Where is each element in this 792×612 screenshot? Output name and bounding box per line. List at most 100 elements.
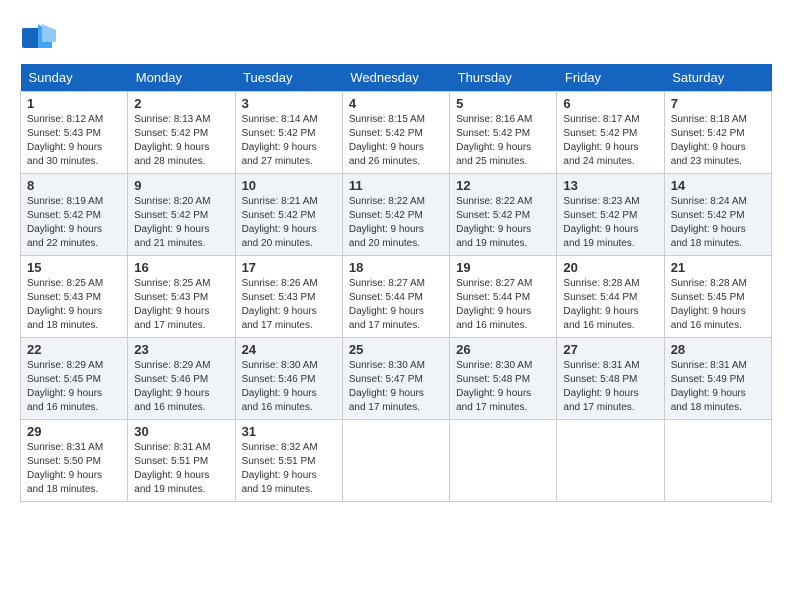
calendar-cell: 22 Sunrise: 8:29 AMSunset: 5:45 PMDaylig…	[21, 338, 128, 420]
calendar-cell: 1 Sunrise: 8:12 AMSunset: 5:43 PMDayligh…	[21, 92, 128, 174]
day-number: 24	[242, 342, 336, 357]
calendar-week-row: 22 Sunrise: 8:29 AMSunset: 5:45 PMDaylig…	[21, 338, 772, 420]
day-number: 28	[671, 342, 765, 357]
calendar-cell: 3 Sunrise: 8:14 AMSunset: 5:42 PMDayligh…	[235, 92, 342, 174]
day-number: 21	[671, 260, 765, 275]
day-info: Sunrise: 8:14 AMSunset: 5:42 PMDaylight:…	[242, 114, 318, 167]
calendar-header-wednesday: Wednesday	[342, 64, 449, 92]
day-info: Sunrise: 8:28 AMSunset: 5:44 PMDaylight:…	[563, 278, 639, 331]
day-info: Sunrise: 8:32 AMSunset: 5:51 PMDaylight:…	[242, 442, 318, 495]
calendar-cell: 2 Sunrise: 8:13 AMSunset: 5:42 PMDayligh…	[128, 92, 235, 174]
day-number: 19	[456, 260, 550, 275]
calendar-cell: 10 Sunrise: 8:21 AMSunset: 5:42 PMDaylig…	[235, 174, 342, 256]
day-number: 12	[456, 178, 550, 193]
calendar-cell: 9 Sunrise: 8:20 AMSunset: 5:42 PMDayligh…	[128, 174, 235, 256]
calendar-cell: 27 Sunrise: 8:31 AMSunset: 5:48 PMDaylig…	[557, 338, 664, 420]
calendar-cell: 21 Sunrise: 8:28 AMSunset: 5:45 PMDaylig…	[664, 256, 771, 338]
day-info: Sunrise: 8:21 AMSunset: 5:42 PMDaylight:…	[242, 196, 318, 249]
calendar-header-row: SundayMondayTuesdayWednesdayThursdayFrid…	[21, 64, 772, 92]
calendar-cell: 24 Sunrise: 8:30 AMSunset: 5:46 PMDaylig…	[235, 338, 342, 420]
calendar-cell: 12 Sunrise: 8:22 AMSunset: 5:42 PMDaylig…	[450, 174, 557, 256]
day-number: 20	[563, 260, 657, 275]
calendar-cell: 16 Sunrise: 8:25 AMSunset: 5:43 PMDaylig…	[128, 256, 235, 338]
day-number: 29	[27, 424, 121, 439]
day-info: Sunrise: 8:18 AMSunset: 5:42 PMDaylight:…	[671, 114, 747, 167]
calendar-header-monday: Monday	[128, 64, 235, 92]
calendar-cell: 20 Sunrise: 8:28 AMSunset: 5:44 PMDaylig…	[557, 256, 664, 338]
calendar-cell: 4 Sunrise: 8:15 AMSunset: 5:42 PMDayligh…	[342, 92, 449, 174]
calendar-header-saturday: Saturday	[664, 64, 771, 92]
calendar-cell: 7 Sunrise: 8:18 AMSunset: 5:42 PMDayligh…	[664, 92, 771, 174]
day-number: 4	[349, 96, 443, 111]
day-info: Sunrise: 8:26 AMSunset: 5:43 PMDaylight:…	[242, 278, 318, 331]
day-number: 14	[671, 178, 765, 193]
day-number: 27	[563, 342, 657, 357]
day-info: Sunrise: 8:27 AMSunset: 5:44 PMDaylight:…	[456, 278, 532, 331]
calendar-cell	[342, 420, 449, 502]
calendar-cell	[557, 420, 664, 502]
day-info: Sunrise: 8:12 AMSunset: 5:43 PMDaylight:…	[27, 114, 103, 167]
day-info: Sunrise: 8:27 AMSunset: 5:44 PMDaylight:…	[349, 278, 425, 331]
calendar-cell: 5 Sunrise: 8:16 AMSunset: 5:42 PMDayligh…	[450, 92, 557, 174]
calendar-cell: 8 Sunrise: 8:19 AMSunset: 5:42 PMDayligh…	[21, 174, 128, 256]
day-number: 10	[242, 178, 336, 193]
calendar-week-row: 15 Sunrise: 8:25 AMSunset: 5:43 PMDaylig…	[21, 256, 772, 338]
calendar-cell: 28 Sunrise: 8:31 AMSunset: 5:49 PMDaylig…	[664, 338, 771, 420]
calendar-cell: 23 Sunrise: 8:29 AMSunset: 5:46 PMDaylig…	[128, 338, 235, 420]
day-info: Sunrise: 8:24 AMSunset: 5:42 PMDaylight:…	[671, 196, 747, 249]
day-number: 26	[456, 342, 550, 357]
logo	[20, 20, 60, 56]
day-info: Sunrise: 8:31 AMSunset: 5:51 PMDaylight:…	[134, 442, 210, 495]
day-number: 7	[671, 96, 765, 111]
day-info: Sunrise: 8:25 AMSunset: 5:43 PMDaylight:…	[134, 278, 210, 331]
day-number: 8	[27, 178, 121, 193]
logo-icon	[20, 20, 56, 56]
day-info: Sunrise: 8:29 AMSunset: 5:45 PMDaylight:…	[27, 360, 103, 413]
day-number: 25	[349, 342, 443, 357]
day-number: 15	[27, 260, 121, 275]
calendar-cell	[450, 420, 557, 502]
day-number: 11	[349, 178, 443, 193]
day-number: 5	[456, 96, 550, 111]
calendar-cell: 30 Sunrise: 8:31 AMSunset: 5:51 PMDaylig…	[128, 420, 235, 502]
day-number: 17	[242, 260, 336, 275]
day-info: Sunrise: 8:31 AMSunset: 5:50 PMDaylight:…	[27, 442, 103, 495]
day-number: 16	[134, 260, 228, 275]
calendar-cell: 11 Sunrise: 8:22 AMSunset: 5:42 PMDaylig…	[342, 174, 449, 256]
day-number: 18	[349, 260, 443, 275]
calendar-cell: 15 Sunrise: 8:25 AMSunset: 5:43 PMDaylig…	[21, 256, 128, 338]
calendar-cell: 29 Sunrise: 8:31 AMSunset: 5:50 PMDaylig…	[21, 420, 128, 502]
calendar-week-row: 8 Sunrise: 8:19 AMSunset: 5:42 PMDayligh…	[21, 174, 772, 256]
day-number: 9	[134, 178, 228, 193]
day-info: Sunrise: 8:17 AMSunset: 5:42 PMDaylight:…	[563, 114, 639, 167]
calendar-cell: 6 Sunrise: 8:17 AMSunset: 5:42 PMDayligh…	[557, 92, 664, 174]
calendar-cell: 31 Sunrise: 8:32 AMSunset: 5:51 PMDaylig…	[235, 420, 342, 502]
day-info: Sunrise: 8:22 AMSunset: 5:42 PMDaylight:…	[349, 196, 425, 249]
calendar-header-thursday: Thursday	[450, 64, 557, 92]
day-info: Sunrise: 8:22 AMSunset: 5:42 PMDaylight:…	[456, 196, 532, 249]
calendar-table: SundayMondayTuesdayWednesdayThursdayFrid…	[20, 64, 772, 502]
day-info: Sunrise: 8:23 AMSunset: 5:42 PMDaylight:…	[563, 196, 639, 249]
day-info: Sunrise: 8:29 AMSunset: 5:46 PMDaylight:…	[134, 360, 210, 413]
calendar-header-sunday: Sunday	[21, 64, 128, 92]
day-info: Sunrise: 8:15 AMSunset: 5:42 PMDaylight:…	[349, 114, 425, 167]
calendar-cell: 14 Sunrise: 8:24 AMSunset: 5:42 PMDaylig…	[664, 174, 771, 256]
calendar-cell: 19 Sunrise: 8:27 AMSunset: 5:44 PMDaylig…	[450, 256, 557, 338]
calendar-header-tuesday: Tuesday	[235, 64, 342, 92]
page-header	[20, 20, 772, 56]
day-number: 1	[27, 96, 121, 111]
calendar-cell: 18 Sunrise: 8:27 AMSunset: 5:44 PMDaylig…	[342, 256, 449, 338]
calendar-cell: 25 Sunrise: 8:30 AMSunset: 5:47 PMDaylig…	[342, 338, 449, 420]
day-info: Sunrise: 8:19 AMSunset: 5:42 PMDaylight:…	[27, 196, 103, 249]
calendar-cell	[664, 420, 771, 502]
calendar-cell: 17 Sunrise: 8:26 AMSunset: 5:43 PMDaylig…	[235, 256, 342, 338]
day-info: Sunrise: 8:13 AMSunset: 5:42 PMDaylight:…	[134, 114, 210, 167]
day-info: Sunrise: 8:30 AMSunset: 5:46 PMDaylight:…	[242, 360, 318, 413]
day-info: Sunrise: 8:25 AMSunset: 5:43 PMDaylight:…	[27, 278, 103, 331]
day-number: 13	[563, 178, 657, 193]
calendar-week-row: 29 Sunrise: 8:31 AMSunset: 5:50 PMDaylig…	[21, 420, 772, 502]
day-number: 30	[134, 424, 228, 439]
day-number: 23	[134, 342, 228, 357]
day-info: Sunrise: 8:20 AMSunset: 5:42 PMDaylight:…	[134, 196, 210, 249]
day-info: Sunrise: 8:16 AMSunset: 5:42 PMDaylight:…	[456, 114, 532, 167]
